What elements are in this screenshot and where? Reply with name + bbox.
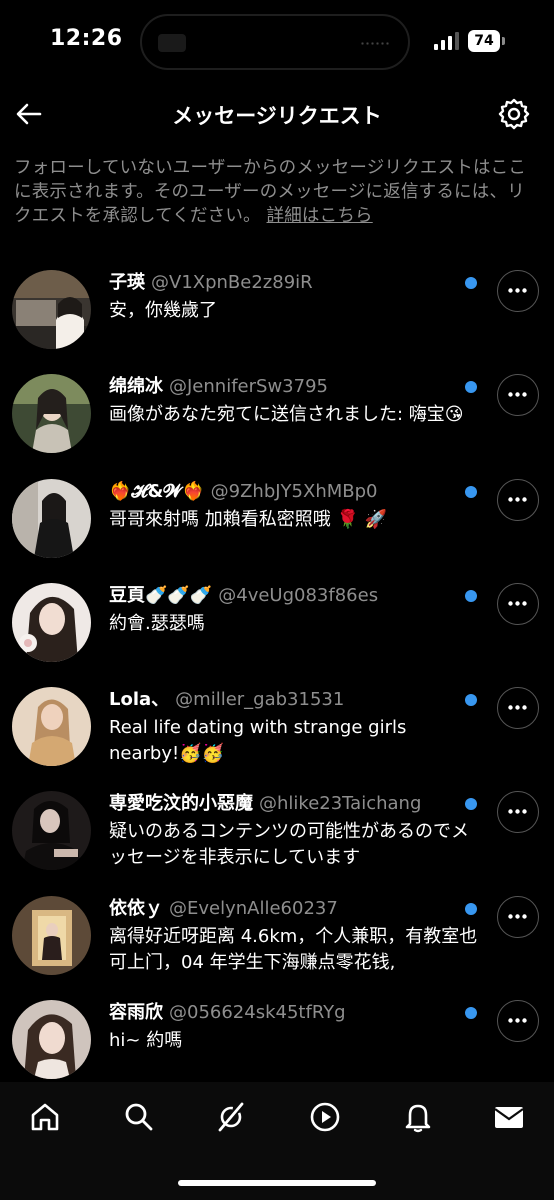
envelope-icon [494,1107,524,1128]
sender-handle: @miller_gab31531 [175,689,345,711]
message-preview: 疑いのあるコンテンツの可能性があるのでメッセージを非表示にしています [109,821,469,869]
sender-handle: @V1XpnBe2z89iR [151,272,313,293]
sender-name: 豆頁🍼🍼🍼 [109,584,213,606]
more-icon [508,288,527,293]
home-indicator [178,1180,376,1186]
more-options-button[interactable] [497,582,539,625]
bell-icon [405,1104,431,1133]
sender-name: 绵绵冰 [109,376,163,398]
page-title: メッセージリクエスト [172,104,382,128]
more-options-button[interactable] [497,270,539,312]
requests-notice: フォローしていないユーザーからのメッセージリクエストはここに表示されます。そのユ… [14,156,540,228]
avatar [12,374,91,454]
request-row[interactable]: 専愛吃汶的小惡魔 @hlike23Taichang 疑いのあるコンテンツの可能性が… [0,779,554,883]
status-bar: 12:26 74 [0,0,554,84]
sender-name: ❤️‍🔥𝓗&𝓦❤️‍🔥 [109,480,205,502]
message-preview: Real life dating with strange girls near… [109,717,407,765]
sender-handle: @EvelynAlle60237 [169,897,338,919]
sender-handle: @4veUg083f86es [218,584,379,606]
tab-home[interactable] [28,1100,62,1134]
request-row[interactable]: ❤️‍🔥𝓗&𝓦❤️‍🔥 @9ZhbJY5XhMBp0 哥哥來射嗎 加賴看私密照哦 … [0,467,554,571]
avatar [12,687,91,767]
message-preview: 哥哥來射嗎 加賴看私密照哦 🌹 🚀 [109,508,387,530]
avatar [12,1000,91,1080]
request-row[interactable]: 容雨欣 @056624sk45tfRYg hi~ 約嗎 [0,988,554,1092]
unread-indicator [465,589,477,602]
unread-indicator [465,902,477,915]
request-row[interactable]: Lola、 @miller_gab31531 Real life dating w… [0,675,554,779]
battery-level: 74 [468,30,500,52]
tab-messages[interactable] [492,1100,526,1134]
message-preview: 安，你幾歲了 [109,300,217,321]
gear-icon [498,98,530,130]
request-row[interactable]: 依依ｙ @EvelynAlle60237 离得好近呀距离 4.6km，个人兼职，有… [0,884,554,988]
more-options-button[interactable] [497,895,539,938]
unread-indicator [465,1007,477,1020]
more-icon [508,705,527,710]
sender-handle: @JenniferSw3795 [169,376,328,398]
more-options-button[interactable] [497,687,539,730]
sender-name: 容雨欣 [109,1002,163,1024]
more-icon [508,601,527,606]
avatar [12,478,91,558]
more-options-button[interactable] [497,374,539,417]
more-icon [508,809,527,815]
home-icon [31,1103,59,1131]
sender-name: 依依ｙ [109,897,163,919]
settings-button[interactable] [496,96,532,132]
more-options-button[interactable] [497,1000,539,1043]
sender-name: Lola、 [109,689,170,711]
unread-indicator [465,381,477,394]
more-icon [508,914,527,919]
island-sensor [360,42,390,45]
learn-more-link[interactable]: 詳細はこちら [267,206,373,226]
battery-icon [502,37,505,45]
request-row[interactable]: 子瑛 @V1XpnBe2z89iR 安，你幾歲了 [0,258,554,362]
more-icon [508,1018,527,1023]
unread-indicator [465,277,477,289]
message-preview: 离得好近呀距离 4.6km，个人兼职，有教室也可上门，04 年学生下海赚点零花钱… [109,925,478,973]
unread-indicator [465,485,477,498]
tab-search[interactable] [122,1100,156,1134]
sender-name: 子瑛 [109,272,145,293]
sender-handle: @056624sk45tfRYg [169,1002,346,1024]
sender-name: 専愛吃汶的小惡魔 [109,793,253,815]
sender-handle: @hlike23Taichang [259,793,422,815]
cellular-signal-icon [434,32,460,50]
avatar [12,582,91,662]
dynamic-island [140,14,410,70]
request-row[interactable]: 绵绵冰 @JenniferSw3795 画像があなた宛てに送信されました: 嗨宝😘 [0,362,554,466]
message-preview: 画像があなた宛てに送信されました: 嗨宝😘 [109,404,464,426]
message-preview: 約會.瑟瑟嗎 [109,612,205,634]
more-options-button[interactable] [497,791,539,834]
request-list: 子瑛 @V1XpnBe2z89iR 安，你幾歲了 绵绵冰 @JenniferSw37… [0,258,554,1092]
video-icon [310,1102,340,1132]
grok-icon [218,1102,244,1132]
request-row[interactable]: 豆頁🍼🍼🍼 @4veUg083f86es 約會.瑟瑟嗎 [0,571,554,675]
unread-indicator [465,798,477,811]
message-preview: hi~ 約嗎 [109,1030,183,1052]
island-camera [158,34,186,52]
search-icon [125,1103,153,1131]
sender-handle: @9ZhbJY5XhMBp0 [210,480,378,502]
status-time: 12:26 [50,26,123,51]
top-nav: メッセージリクエスト [0,88,554,140]
more-options-button[interactable] [497,478,539,521]
avatar [12,270,91,349]
unread-indicator [465,694,477,707]
tab-grok[interactable] [214,1100,248,1134]
more-icon [508,392,527,397]
avatar [12,895,91,975]
tab-notifications[interactable] [401,1100,435,1134]
tab-video[interactable] [308,1100,342,1134]
avatar [12,791,91,871]
more-icon [508,496,527,502]
